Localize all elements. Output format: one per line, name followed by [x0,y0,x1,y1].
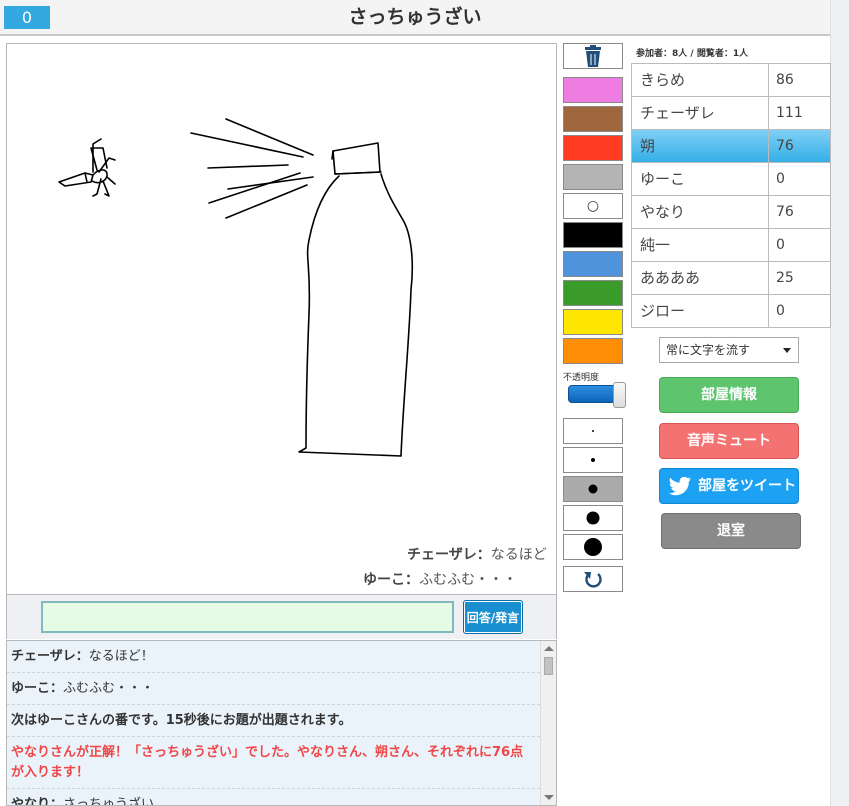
chat-log[interactable]: チェーザレ：なるほど！ ゆーこ：ふむふむ・・・ 次はゆーこさんの番です。15秒後… [6,640,557,806]
scroll-up-icon[interactable] [544,646,554,651]
player-list: きらめ 86 チェーザレ 111 朔 76 ゆーこ 0 やなり 76 純一 0 ああああ 25… [631,63,831,328]
participant-count: 参加者：8人 / 閲覧者：1人 [636,49,749,59]
player-score: 0 [776,303,785,319]
log-row-correct: やなりさんが正解！「さっちゅうざい」でした。やなりさん、朔さん、それぞれに76点… [7,737,540,789]
player-row: チェーザレ 111 [632,97,830,130]
log-text: さっちゅうざい [63,797,155,806]
player-score: 0 [776,171,785,187]
pen-size-3[interactable] [563,476,623,502]
player-name: ジロー [632,295,769,327]
room-info-button[interactable]: 部屋情報 [659,377,799,413]
voice-mute-button[interactable]: 音声ミュート [659,423,799,459]
flow-text: ふむふむ・・・ [419,572,517,588]
player-name: チェーザレ [632,97,769,129]
tweet-room-label: 部屋をツイート [698,478,796,494]
opacity-slider-handle[interactable] [613,382,626,408]
chevron-down-icon [783,348,791,353]
page-edge [830,0,849,806]
undo-icon [584,572,602,588]
player-name: ゆーこ [632,163,769,195]
player-score: 76 [776,204,794,220]
log-row: やなり：さっちゅうざい [7,789,540,806]
dot-icon [586,511,600,525]
flow-user: チェーザレ： [407,547,491,563]
page-title: さっちゅうざい [348,6,482,28]
pen-size-5[interactable] [563,534,623,560]
eraser-button[interactable]: ○ [563,193,623,219]
color-swatch-blue[interactable] [563,251,623,277]
player-name: 純一 [632,229,769,261]
log-scrollbar[interactable] [540,641,556,805]
header-bar: さっちゅうざい 0 [0,0,830,36]
flow-text: なるほど [490,547,547,563]
player-row: 純一 0 [632,229,830,262]
log-text: ふむふむ・・・ [63,681,155,696]
color-swatch-yellow[interactable] [563,309,623,335]
color-swatch-black[interactable] [563,222,623,248]
twitter-bird-icon [668,476,691,496]
opacity-label: 不透明度 [563,373,600,383]
clear-canvas-button[interactable] [563,43,623,69]
log-row: ゆーこ：ふむふむ・・・ [7,673,540,705]
tweet-room-button[interactable]: 部屋をツイート [659,468,799,504]
log-user: チェーザレ： [11,649,89,664]
dot-icon [584,538,602,556]
player-score: 0 [776,237,785,253]
color-swatch-pink[interactable] [563,77,623,103]
player-row-active: 朔 76 [632,130,830,163]
undo-button[interactable] [563,566,623,592]
log-text: なるほど！ [88,649,154,664]
player-row: ああああ 25 [632,262,830,295]
pen-size-4[interactable] [563,505,623,531]
color-swatch-gray[interactable] [563,164,623,190]
drawing-canvas[interactable]: チェーザレ：なるほど ゆーこ：ふむふむ・・・ [6,43,557,595]
log-row: チェーザレ：なるほど！ [7,641,540,673]
color-swatch-green[interactable] [563,280,623,306]
log-user: やなり： [11,797,64,806]
scroll-down-icon[interactable] [544,795,554,800]
flow-message: チェーザレ：なるほど [407,544,547,564]
text-flow-select-value: 常に文字を流す [666,343,751,357]
eraser-icon: ○ [586,198,600,214]
pen-size-2[interactable] [563,447,623,473]
answer-input[interactable] [41,601,454,633]
player-name: きらめ [632,64,769,96]
dot-icon [591,458,595,462]
score-box: 0 [4,6,50,29]
player-score: 76 [776,138,794,154]
player-name: やなり [632,196,769,228]
color-swatch-brown[interactable] [563,106,623,132]
dot-icon [592,430,594,432]
player-score: 111 [776,105,803,121]
log-row-system: 次はゆーこさんの番です。15秒後にお題が出題されます。 [7,705,540,737]
flow-user: ゆーこ： [363,572,419,588]
opacity-slider-track[interactable] [568,385,616,403]
player-name: ああああ [632,262,769,294]
color-swatch-orange[interactable] [563,338,623,364]
pen-size-1[interactable] [563,418,623,444]
player-score: 86 [776,72,794,88]
trash-icon [585,45,601,67]
player-row: ゆーこ 0 [632,163,830,196]
answer-submit-button[interactable]: 回答/発言 [463,600,523,634]
color-swatch-red[interactable] [563,135,623,161]
player-score: 25 [776,270,794,286]
flow-message: ゆーこ：ふむふむ・・・ [363,569,517,589]
exit-room-button[interactable]: 退室 [661,513,801,549]
text-flow-select[interactable]: 常に文字を流す [659,337,799,363]
scroll-thumb[interactable] [544,657,553,675]
player-row: やなり 76 [632,196,830,229]
player-row: きらめ 86 [632,64,830,97]
player-name: 朔 [632,130,769,162]
answer-row: 回答/発言 [6,595,557,639]
log-user: ゆーこ： [11,681,64,696]
drawing-strokes [58,118,414,457]
dot-icon [588,484,598,494]
player-row: ジロー 0 [632,295,830,328]
